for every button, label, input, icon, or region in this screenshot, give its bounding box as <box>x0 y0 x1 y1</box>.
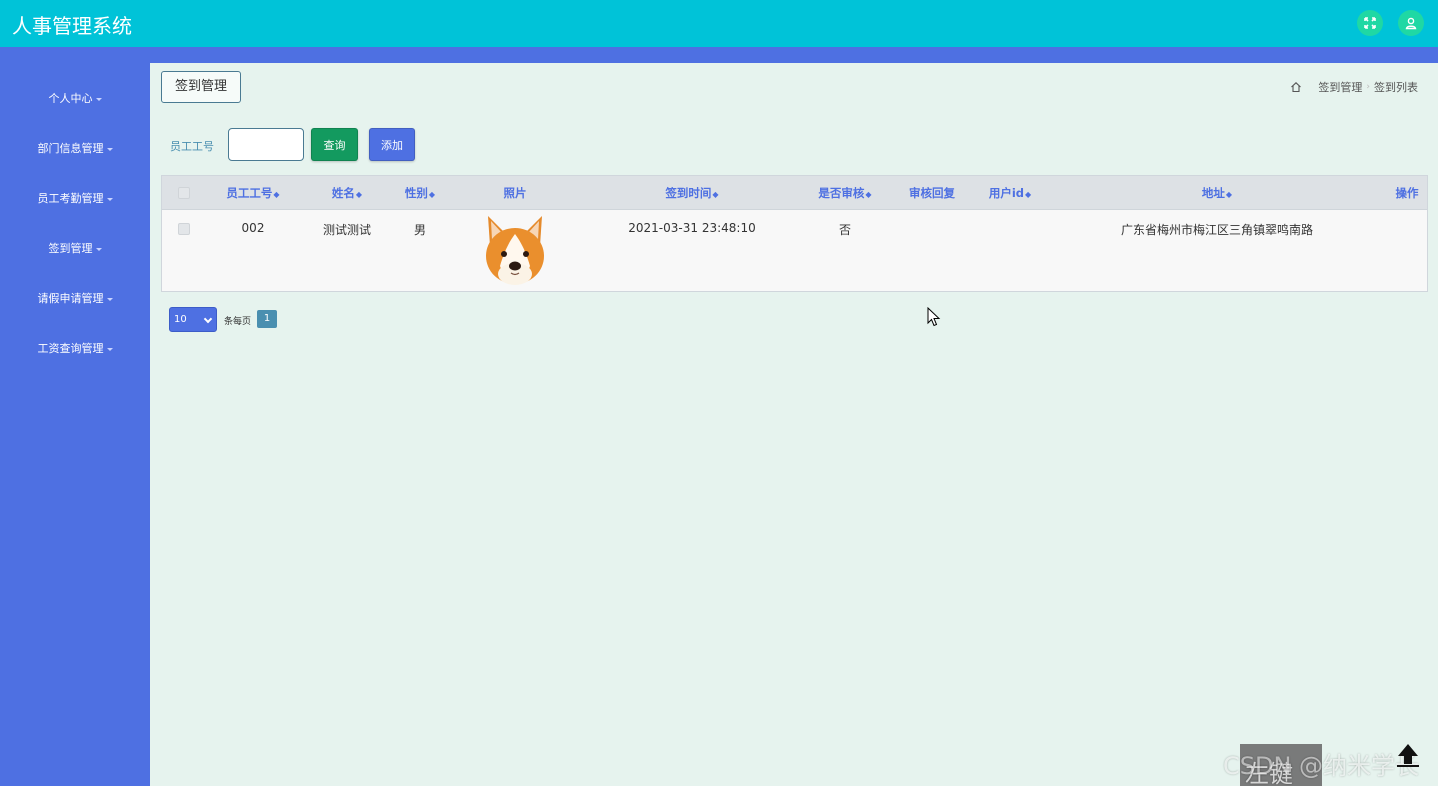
breadcrumb-item-current: 签到列表 <box>1374 81 1418 94</box>
column-header-address[interactable]: 地址◆ <box>1192 176 1242 210</box>
query-button[interactable]: 查询 <box>311 128 358 161</box>
sidebar-item-signin[interactable]: 签到管理 <box>0 237 150 261</box>
sidebar-item-department[interactable]: 部门信息管理 <box>0 137 150 161</box>
sidebar-item-leave[interactable]: 请假申请管理 <box>0 287 150 311</box>
cell-emp-no: 002 <box>241 221 265 235</box>
column-header-label: 照片 <box>503 186 527 200</box>
caret-down-icon <box>106 197 113 201</box>
chevron-down-icon <box>203 314 213 324</box>
home-icon[interactable] <box>1290 81 1302 93</box>
sidebar-item-label: 工资查询管理 <box>37 342 104 355</box>
caret-down-icon <box>95 97 102 101</box>
breadcrumb: 签到管理 › 签到列表 <box>1290 79 1418 95</box>
breadcrumb-separator: › <box>1366 82 1370 92</box>
select-all-checkbox[interactable] <box>178 187 190 199</box>
column-header-label: 审核回复 <box>909 186 955 200</box>
search-label: 员工工号 <box>170 140 214 153</box>
column-header-label: 员工工号 <box>226 186 273 200</box>
cell-address: 广东省梅州市梅江区三角镇翠鸣南路 <box>1120 223 1313 237</box>
employee-no-input[interactable] <box>228 128 304 161</box>
user-icon-glyph <box>1405 17 1417 30</box>
sort-icon: ◆ <box>865 190 872 199</box>
sort-icon: ◆ <box>712 190 719 199</box>
column-header-label: 姓名 <box>331 186 355 200</box>
column-header-label: 性别 <box>404 186 428 200</box>
cell-gender: 男 <box>413 223 426 237</box>
column-header-actions: 操作 <box>1392 176 1422 210</box>
sidebar-item-label: 签到管理 <box>48 242 93 255</box>
mouse-cursor-icon <box>927 307 941 327</box>
sort-icon: ◆ <box>273 190 280 199</box>
sort-icon: ◆ <box>1025 190 1032 199</box>
column-header-photo: 照片 <box>492 176 538 210</box>
column-header-gender[interactable]: 性别◆ <box>395 176 445 210</box>
sidebar-item-label: 个人中心 <box>48 92 93 105</box>
page-title[interactable]: 签到管理 <box>161 71 241 103</box>
cell-signin-time: 2021-03-31 23:48:10 <box>628 221 756 235</box>
fullscreen-icon[interactable] <box>1357 10 1383 36</box>
sort-icon: ◆ <box>428 190 436 199</box>
column-header-name[interactable]: 姓名◆ <box>322 176 372 210</box>
signin-table: 员工工号◆ 姓名◆ 性别◆ 照片 签到时间◆ 是否审核◆ 审核回复 用户id◆ … <box>161 175 1428 292</box>
cell-name: 测试测试 <box>322 223 371 237</box>
page-size-select[interactable]: 10 <box>169 307 217 332</box>
corgi-photo <box>486 216 544 285</box>
page-size-value: 10 <box>174 314 187 325</box>
column-header-label: 签到时间 <box>665 186 712 200</box>
top-bar: 人事管理系统 <box>0 0 1438 47</box>
caret-down-icon <box>106 147 113 151</box>
sidebar-item-label: 员工考勤管理 <box>37 192 104 205</box>
table-header: 员工工号◆ 姓名◆ 性别◆ 照片 签到时间◆ 是否审核◆ 审核回复 用户id◆ … <box>162 176 1427 210</box>
sidebar-item-attendance[interactable]: 员工考勤管理 <box>0 187 150 211</box>
back-to-top-icon[interactable] <box>1394 742 1422 768</box>
column-header-reviewed[interactable]: 是否审核◆ <box>813 176 877 210</box>
caret-down-icon <box>106 297 113 301</box>
sidebar-item-personal-center[interactable]: 个人中心 <box>0 87 150 111</box>
sort-icon: ◆ <box>355 190 363 199</box>
caret-down-icon <box>95 247 102 251</box>
main-content: 签到管理 签到管理 › 签到列表 员工工号 查询 添加 员工工号◆ 姓名◆ 性别… <box>150 63 1438 786</box>
page-number-current[interactable]: 1 <box>257 310 277 328</box>
column-header-signin-time[interactable]: 签到时间◆ <box>652 176 732 210</box>
column-header-review-reply: 审核回复 <box>906 176 958 210</box>
column-header-label: 是否审核 <box>818 186 865 200</box>
add-button[interactable]: 添加 <box>369 128 415 161</box>
column-header-user-id[interactable]: 用户id◆ <box>982 176 1038 210</box>
caret-down-icon <box>106 347 113 351</box>
breadcrumb-item[interactable]: 签到管理 <box>1318 79 1362 95</box>
fullscreen-icon-glyph <box>1364 17 1376 29</box>
sort-icon: ◆ <box>1225 190 1233 199</box>
per-page-label: 条每页 <box>224 317 252 327</box>
user-icon[interactable] <box>1398 10 1424 36</box>
sidebar: 个人中心 部门信息管理 员工考勤管理 签到管理 请假申请管理 工资查询管理 <box>0 63 150 786</box>
column-header-emp-no[interactable]: 员工工号◆ <box>223 176 283 210</box>
column-header-label: 用户id <box>988 186 1025 200</box>
column-header-label: 地址 <box>1201 186 1225 200</box>
row-checkbox[interactable] <box>178 223 190 235</box>
sidebar-item-label: 部门信息管理 <box>37 142 104 155</box>
cell-reviewed: 否 <box>838 223 851 237</box>
sidebar-item-label: 请假申请管理 <box>37 292 104 305</box>
column-header-label: 操作 <box>1395 186 1419 200</box>
watermark-brand: CSDN @纳米学长 <box>1223 752 1420 780</box>
app-title: 人事管理系统 <box>12 14 132 38</box>
header-stripe <box>0 47 1438 63</box>
sidebar-item-salary[interactable]: 工资查询管理 <box>0 337 150 361</box>
watermark: 左键 CSDN @纳米学长 <box>1223 746 1420 786</box>
